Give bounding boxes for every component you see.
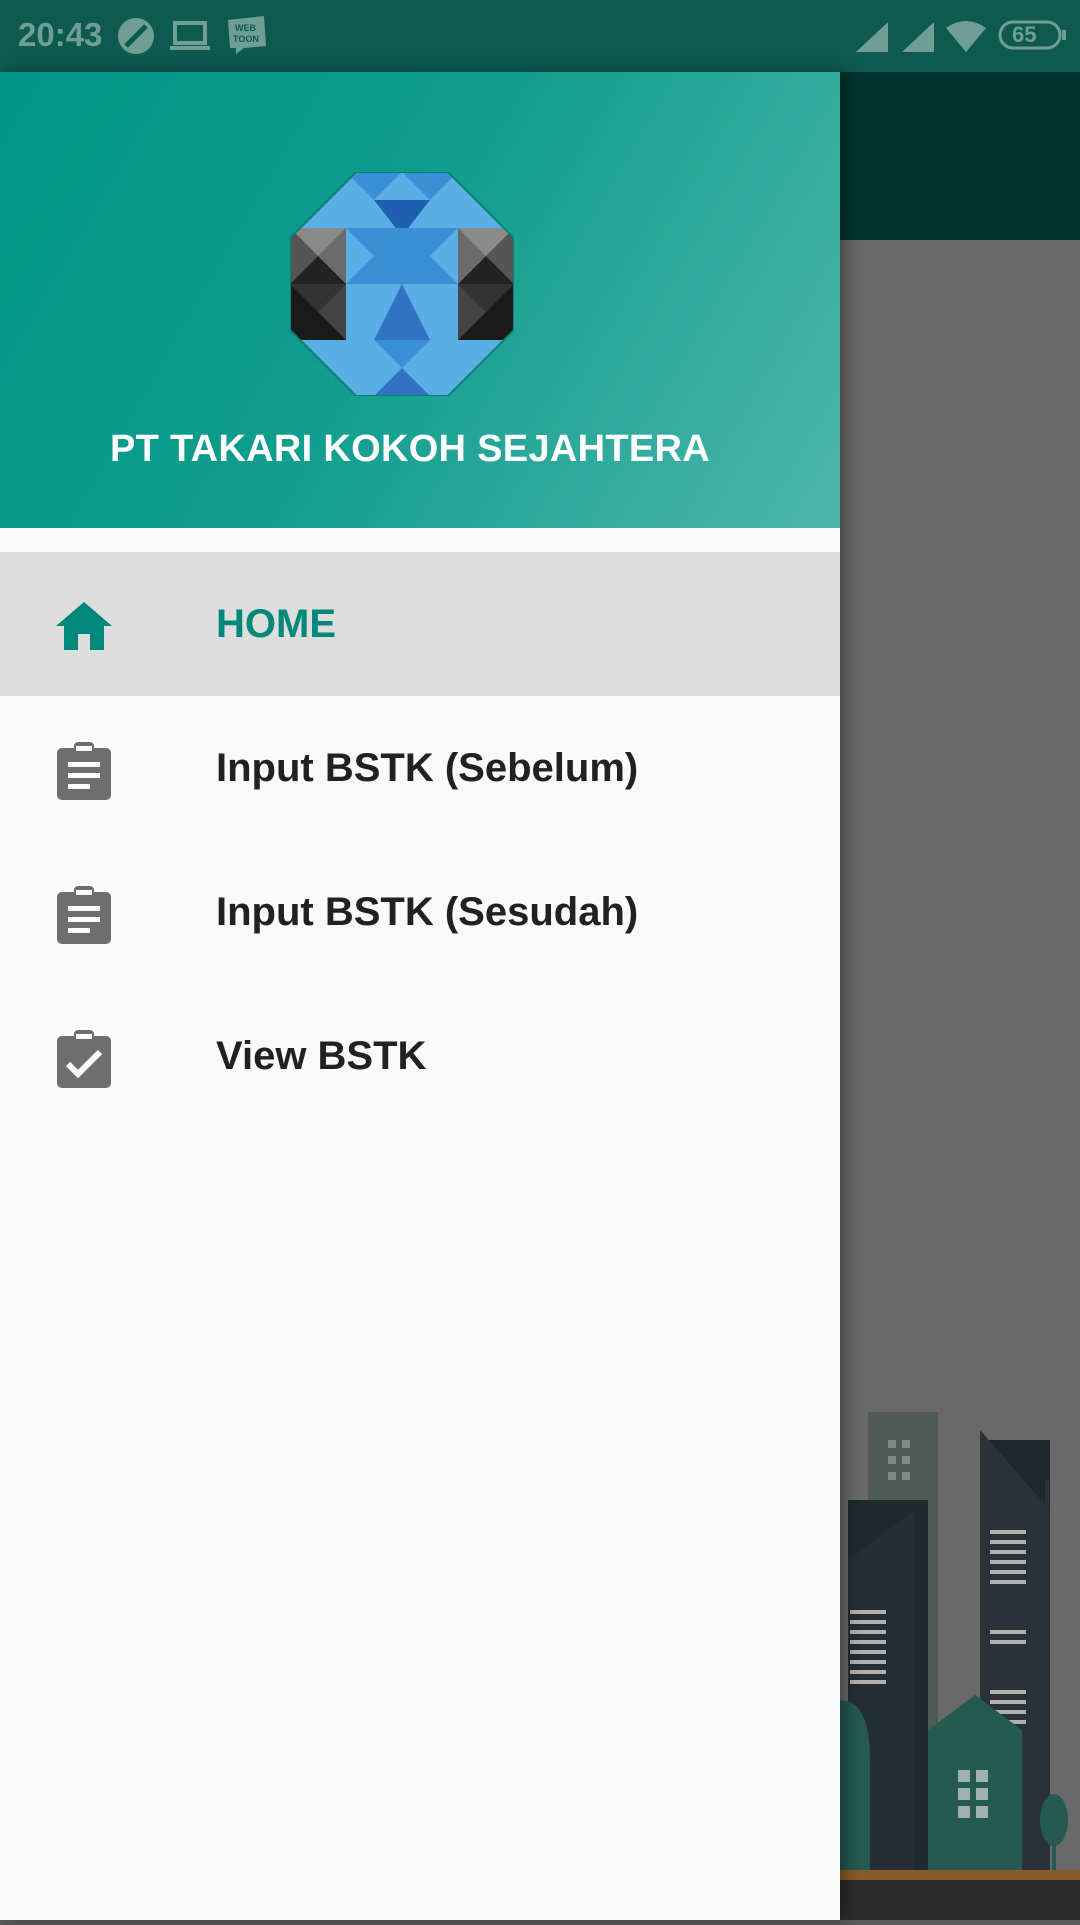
- webtoon-icon: WEB TOON: [226, 16, 268, 59]
- menu-item-label: HOME: [216, 602, 336, 646]
- drawer-menu: HOME Input BSTK (Sebelum) Input BSTK (Se…: [0, 552, 840, 1128]
- battery-level: 65: [1012, 22, 1037, 47]
- svg-text:WEB: WEB: [235, 23, 256, 33]
- company-logo: [289, 171, 515, 397]
- drawer-header: PT TAKARI KOKOH SEJAHTERA: [0, 72, 840, 528]
- clipboard-check-icon: [54, 1028, 114, 1088]
- clipboard-icon: [54, 740, 114, 800]
- clipboard-icon: [54, 884, 114, 944]
- menu-item-input-bstk-sesudah[interactable]: Input BSTK (Sesudah): [0, 840, 840, 984]
- company-name: PT TAKARI KOKOH SEJAHTERA: [109, 428, 711, 470]
- home-icon: [54, 596, 114, 656]
- menu-item-label: Input BSTK (Sesudah): [216, 890, 639, 934]
- laptop-icon: [170, 20, 210, 57]
- wifi-icon: [946, 20, 986, 57]
- navigation-drawer: PT TAKARI KOKOH SEJAHTERA HOME Input BST…: [0, 72, 840, 1920]
- signal-icon: [902, 22, 934, 57]
- menu-item-view-bstk[interactable]: View BSTK: [0, 984, 840, 1128]
- menu-item-input-bstk-sebelum[interactable]: Input BSTK (Sebelum): [0, 696, 840, 840]
- data-saver-icon: [116, 16, 156, 61]
- menu-item-home[interactable]: HOME: [0, 552, 840, 696]
- app-toolbar: [840, 72, 1080, 240]
- signal-icon: [856, 22, 888, 57]
- menu-item-label: Input BSTK (Sebelum): [216, 746, 639, 790]
- city-illustration: [840, 1400, 1080, 1920]
- menu-item-label: View BSTK: [216, 1034, 427, 1078]
- status-time: 20:43: [18, 16, 103, 53]
- status-bar: 20:43 WEB TOON 65: [0, 0, 1080, 72]
- svg-text:TOON: TOON: [233, 34, 259, 44]
